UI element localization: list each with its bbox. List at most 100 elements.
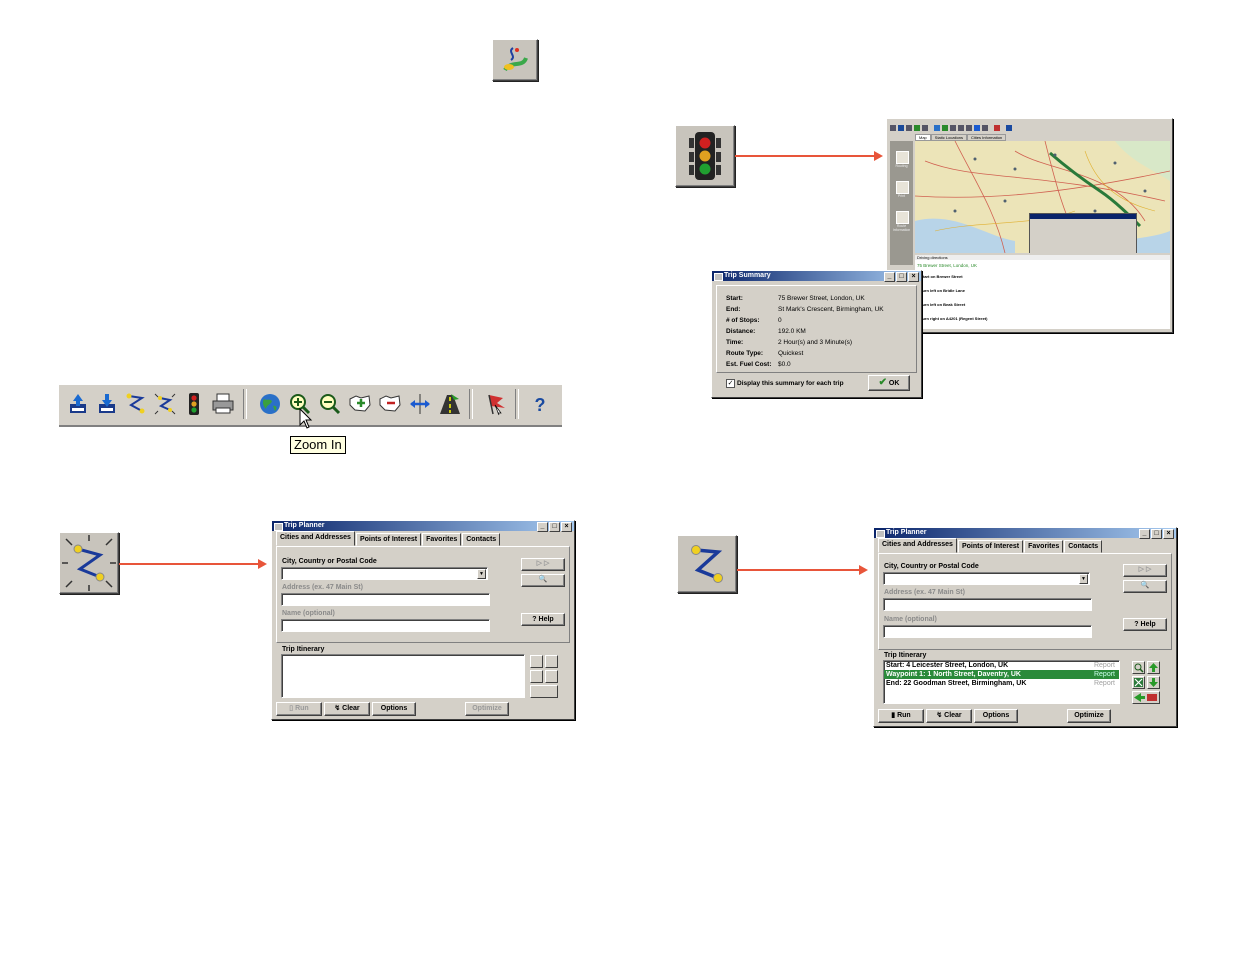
chevron-down-icon[interactable]: ▼ xyxy=(477,569,486,579)
help-button[interactable]: ? Help xyxy=(1123,618,1167,631)
optimize-button[interactable]: Optimize xyxy=(1067,709,1111,723)
direction-step: 2 Turn left on Bridle Lane xyxy=(917,288,965,293)
list-item[interactable]: End: 22 Goodman Street, Birmingham, UK Re… xyxy=(884,679,1119,688)
traffic-light-big-icon xyxy=(675,125,735,187)
summary-checkbox[interactable]: ✓ xyxy=(726,379,735,388)
directions-start: 75 Brewer Street, London, UK xyxy=(917,263,978,268)
route-icon[interactable] xyxy=(123,391,149,417)
road-icon[interactable] xyxy=(437,391,463,417)
arrow-down-icon xyxy=(1149,678,1158,687)
city-combobox[interactable]: ▼ xyxy=(883,572,1090,585)
tab-points-of-interest[interactable]: Points of Interest xyxy=(957,540,1024,553)
delete-stop-button[interactable] xyxy=(530,670,543,683)
close-button[interactable]: × xyxy=(561,522,572,532)
receive-from-device-icon[interactable] xyxy=(94,391,120,417)
address-field[interactable] xyxy=(883,598,1092,611)
name-field[interactable] xyxy=(281,619,490,632)
move-up-button[interactable] xyxy=(545,655,558,668)
optimize-route-icon[interactable] xyxy=(152,391,178,417)
tab-cities-addresses[interactable]: Cities and Addresses xyxy=(878,538,957,553)
minimize-button[interactable]: _ xyxy=(1139,529,1150,539)
move-up-button[interactable] xyxy=(1147,661,1160,674)
zoom-out-icon[interactable] xyxy=(317,391,343,417)
zoom-map-out-icon[interactable] xyxy=(377,391,403,417)
help-button[interactable]: ? Help xyxy=(521,613,565,626)
print-icon[interactable] xyxy=(210,391,236,417)
magnify-icon xyxy=(1134,663,1144,673)
checkbox-label: Display this summary for each trip xyxy=(737,380,844,387)
move-down-button[interactable] xyxy=(1147,676,1160,689)
minimize-button[interactable]: _ xyxy=(537,522,548,532)
tab-points-of-interest[interactable]: Points of Interest xyxy=(355,533,422,546)
map-canvas[interactable] xyxy=(915,141,1170,253)
optimize-button[interactable]: Optimize xyxy=(465,702,509,716)
name-field[interactable] xyxy=(883,625,1092,638)
toolbar-separator xyxy=(515,389,519,419)
itinerary-list[interactable] xyxy=(281,654,525,698)
routing-icon[interactable] xyxy=(896,151,909,164)
route-info-icon[interactable] xyxy=(896,211,909,224)
map-tab[interactable]: Map xyxy=(915,134,931,141)
side-label: Route Information xyxy=(892,224,911,232)
options-button[interactable]: Options xyxy=(372,702,416,716)
city-combobox[interactable]: ▼ xyxy=(281,567,488,580)
maximize-button[interactable]: □ xyxy=(1151,529,1162,539)
chevron-down-icon[interactable]: ▼ xyxy=(1079,574,1088,584)
clear-button[interactable]: ↯ Clear xyxy=(926,709,972,723)
ok-button[interactable]: ✔ OK xyxy=(868,375,910,391)
tab-contacts[interactable]: Contacts xyxy=(1064,540,1103,553)
zoom-to-stop-button[interactable] xyxy=(1132,661,1145,674)
map-window: Map Static Locations Cities Information … xyxy=(886,118,1173,333)
trip-planner-window-empty: Trip Planner _ □ × Cities and Addresses Po… xyxy=(271,520,575,720)
itinerary-label: Trip Itinerary xyxy=(884,652,927,659)
clear-button[interactable]: ↯ Clear xyxy=(324,702,370,716)
delete-stop-button[interactable] xyxy=(1132,676,1145,689)
tooltip: Zoom In xyxy=(290,436,346,454)
move-down-button[interactable] xyxy=(545,670,558,683)
add-button[interactable]: ▷ ▷ xyxy=(1123,564,1167,577)
run-button[interactable]: ▯ Run xyxy=(276,702,322,716)
address-field[interactable] xyxy=(281,593,490,606)
window-title: Trip Planner xyxy=(284,522,325,529)
map-toolbar xyxy=(890,124,1169,132)
minimize-button[interactable]: _ xyxy=(884,272,895,282)
summary-row: End: St Mark's Crescent, Birmingham, UK xyxy=(726,306,884,313)
summary-row: # of Stops: 0 xyxy=(726,317,782,324)
pan-icon[interactable] xyxy=(407,391,433,417)
name-label: Name (optional) xyxy=(282,610,335,617)
summary-row: Route Type: Quickest xyxy=(726,350,804,357)
map-tab[interactable]: Static Locations xyxy=(930,134,968,141)
traffic-light-icon[interactable] xyxy=(181,391,207,417)
itinerary-list[interactable]: Start: 4 Leicester Street, London, UK Rep… xyxy=(883,660,1120,704)
help-icon[interactable]: ? xyxy=(527,391,553,417)
tab-cities-addresses[interactable]: Cities and Addresses xyxy=(276,531,355,546)
zoom-map-in-icon[interactable] xyxy=(347,391,373,417)
maximize-button[interactable]: □ xyxy=(549,522,560,532)
tab-favorites[interactable]: Favorites xyxy=(422,533,462,546)
arrow-to-map-window xyxy=(735,151,883,161)
list-item[interactable]: Waypoint 1: 1 North Street, Daventry, UK… xyxy=(884,670,1119,679)
add-button[interactable]: ▷ ▷ xyxy=(521,558,565,571)
close-button[interactable]: × xyxy=(908,272,919,282)
summary-row: Start: 75 Brewer Street, London, UK xyxy=(726,295,865,302)
maximize-button[interactable]: □ xyxy=(896,272,907,282)
find-button[interactable]: 🔍 xyxy=(521,574,565,587)
print-icon[interactable] xyxy=(896,181,909,194)
trip-summary-dialog: Trip Summary _ □ × Start: 75 Brewer Street,… xyxy=(711,270,922,398)
options-button[interactable]: Options xyxy=(974,709,1018,723)
tab-contacts[interactable]: Contacts xyxy=(462,533,501,546)
route-options-button[interactable] xyxy=(530,685,558,698)
close-button[interactable]: × xyxy=(1163,529,1174,539)
send-to-device-icon[interactable] xyxy=(65,391,91,417)
map-tab[interactable]: Cities Information xyxy=(967,134,1007,141)
tab-favorites[interactable]: Favorites xyxy=(1024,540,1064,553)
route-options-button[interactable] xyxy=(1132,691,1160,704)
zoom-to-stop-button[interactable] xyxy=(530,655,543,668)
flag-icon[interactable] xyxy=(483,391,509,417)
find-button[interactable]: 🔍 xyxy=(1123,580,1167,593)
itinerary-label: Trip Itinerary xyxy=(282,646,325,653)
run-button[interactable]: ▮ Run xyxy=(878,709,924,723)
list-item[interactable]: Start: 4 Leicester Street, London, UK Rep… xyxy=(884,661,1119,670)
summary-row: Est. Fuel Cost: $0.0 xyxy=(726,361,791,368)
globe-icon[interactable] xyxy=(257,391,283,417)
